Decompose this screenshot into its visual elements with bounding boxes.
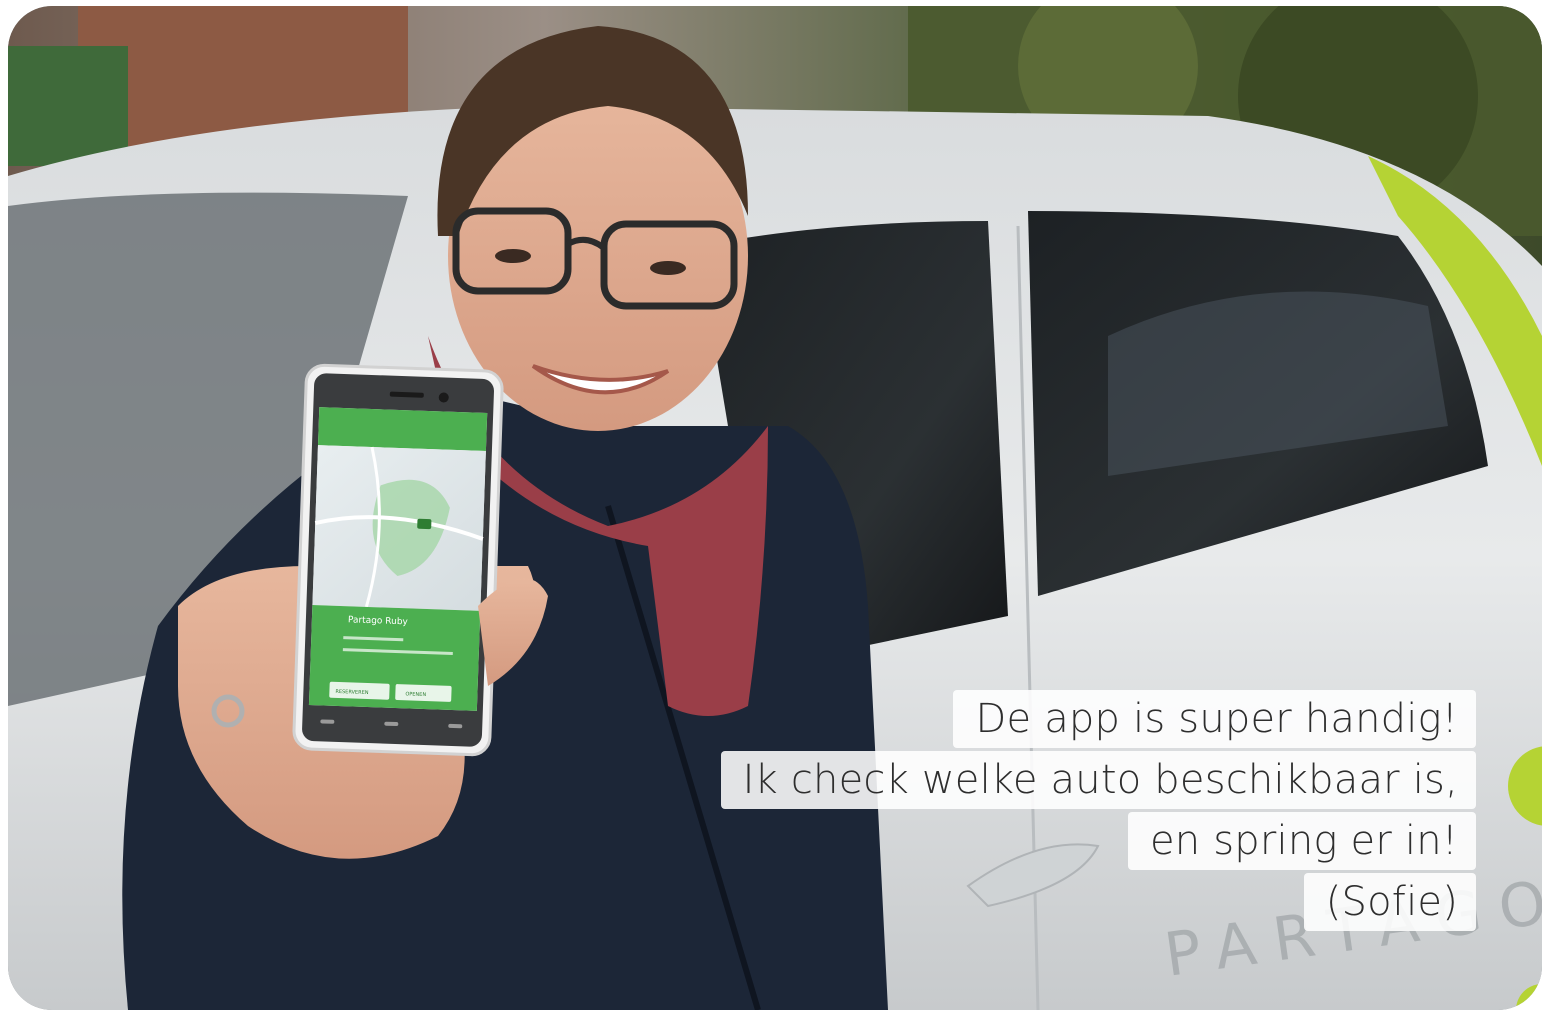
map-car-marker [417,518,432,530]
photo-frame: PARTAGO [8,6,1542,1010]
smartphone: Partago Ruby RESERVEREN OPENEN [292,363,504,757]
app-open-button-label: OPENEN [405,691,426,698]
quote-line: en spring er in! [1127,812,1476,870]
phone-back-key [320,719,335,724]
quote-attribution: (Sofie) [1303,873,1476,931]
person-eye [495,249,531,263]
app-reserve-button-label: RESERVEREN [335,689,369,696]
phone-menu-key [448,723,463,729]
app-toolbar [317,407,488,452]
green-bin [8,46,128,166]
quote-line: Ik check welke auto beschikbaar is, [720,751,1476,809]
quote-line: De app is super handig! [953,690,1476,748]
app-car-title: Partago Ruby [348,615,409,627]
phone-home-key [384,721,399,727]
person-eye [650,261,686,275]
quote-caption: De app is super handig! Ik check welke a… [720,690,1476,931]
